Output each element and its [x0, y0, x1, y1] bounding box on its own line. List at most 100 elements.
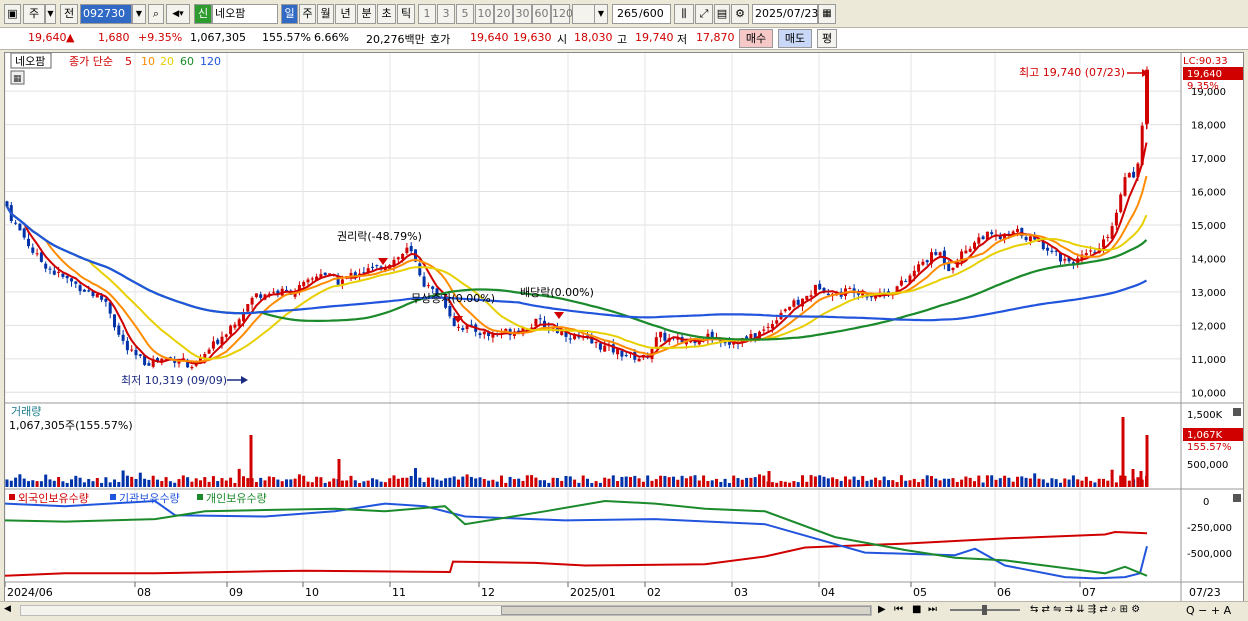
period-tick[interactable]: 틱	[397, 4, 415, 24]
period-day[interactable]: 일	[281, 4, 298, 24]
price-axis-label: 17,000	[1191, 154, 1226, 165]
speaker-icon[interactable]: ◀▾	[166, 4, 190, 24]
volume-close-icon[interactable]	[1233, 408, 1241, 416]
period-minute[interactable]: 분	[357, 4, 376, 24]
stock-chart[interactable]: 네오팜 종가 단순 5 10 20 60 120 ▦ 최고 19,740 (07…	[4, 52, 1243, 601]
candle-body	[27, 238, 30, 247]
low-label: 저	[677, 33, 688, 46]
candle-body	[48, 268, 52, 270]
holding-close-icon[interactable]	[1233, 494, 1241, 502]
calendar-icon[interactable]: ▦	[818, 4, 836, 24]
candle-body	[925, 260, 929, 263]
volume-bar	[39, 481, 43, 487]
first-page-icon[interactable]: ⏮	[894, 604, 903, 615]
chart-area[interactable]: 네오팜 종가 단순 5 10 20 60 120 ▦ 최고 19,740 (07…	[4, 52, 1244, 602]
volume-bar	[676, 479, 680, 487]
scroll-left-icon[interactable]: ◀	[4, 604, 16, 617]
tool-icons[interactable]: ⇆ ⇄ ⇋ ⇉ ⇊ ⇶ ⇄ ⌕ ⊞ ⚙	[1030, 604, 1140, 615]
candle-body	[224, 334, 228, 337]
candle-type-icon[interactable]: ⫼	[674, 4, 694, 24]
foreign-legend-swatch	[9, 494, 15, 500]
volume-bar	[912, 478, 916, 487]
volume-bar	[1097, 478, 1101, 487]
stock-name-field[interactable]: 네오팜	[212, 4, 278, 24]
period-second[interactable]: 초	[377, 4, 396, 24]
price-axis-label: 14,000	[1191, 254, 1226, 265]
high-note: 최고 19,740 (07/23)	[1019, 66, 1125, 79]
volume-bar	[147, 479, 151, 487]
draw-tool-icon[interactable]: ⤢	[695, 4, 713, 24]
num-120[interactable]: 120	[551, 4, 573, 24]
volume-bar	[194, 478, 198, 487]
num-60[interactable]: 60	[532, 4, 551, 24]
interval-dropdown-icon[interactable]: ▼	[594, 4, 608, 24]
legend-ma120: 120	[200, 55, 221, 68]
date-input[interactable]: 2025/07/23	[752, 4, 818, 24]
window-icon[interactable]: ▣	[4, 4, 21, 24]
volume-title: 거래량	[11, 405, 41, 418]
volume-bar	[1050, 478, 1054, 487]
stop-icon[interactable]: ■	[912, 604, 921, 615]
all-button[interactable]: 전	[60, 4, 78, 24]
volume-bar	[904, 480, 908, 487]
zoom-slider-handle[interactable]	[982, 605, 987, 615]
volume-bar	[74, 475, 78, 487]
candle-body	[478, 333, 482, 336]
volume-bar	[224, 480, 228, 487]
zoom-controls[interactable]: Q − + A	[1186, 604, 1231, 617]
count-input[interactable]: 265	[612, 4, 640, 24]
candle-body	[104, 298, 108, 302]
scroll-right-icon[interactable]: ▶	[878, 604, 886, 615]
volume-spike	[1145, 435, 1149, 487]
volume-bar	[401, 477, 405, 487]
gear-icon[interactable]: ⚙	[731, 4, 749, 24]
x-axis-label: 06	[997, 586, 1011, 599]
volume-bar	[160, 480, 164, 487]
candle-body	[130, 349, 134, 351]
volume-bar	[753, 477, 757, 487]
volume-bar	[91, 481, 95, 487]
candle-body	[951, 267, 955, 271]
candle-body	[302, 282, 306, 287]
volume-bar	[659, 475, 663, 487]
save-icon[interactable]: ▤	[714, 4, 730, 24]
num-5[interactable]: 5	[456, 4, 474, 24]
volume-bar	[693, 475, 697, 487]
candle-body	[1102, 239, 1105, 248]
candle-body	[598, 343, 602, 350]
chart-scrollbar[interactable]: ◀ ▶ ⏮ ■ ⏭ ⇆ ⇄ ⇋ ⇉ ⇊ ⇶ ⇄ ⌕ ⊞ ⚙ Q − + A	[0, 601, 1248, 619]
volume-bar	[44, 474, 48, 487]
num-1[interactable]: 1	[418, 4, 436, 24]
period-year[interactable]: 년	[335, 4, 356, 24]
type-select[interactable]: 주	[23, 4, 45, 24]
volume-bar	[874, 477, 878, 487]
chevron-down-icon[interactable]: ▼	[45, 4, 56, 24]
num-30[interactable]: 30	[513, 4, 532, 24]
num-3[interactable]: 3	[437, 4, 455, 24]
num-20[interactable]: 20	[494, 4, 513, 24]
volume-bar	[869, 479, 873, 487]
volume-bar	[444, 478, 448, 487]
buy-button[interactable]: 매수	[739, 29, 773, 48]
last-page-icon[interactable]: ⏭	[928, 604, 937, 615]
eval-button[interactable]: 평	[817, 29, 837, 48]
search-icon[interactable]: ⌕	[148, 4, 164, 24]
scroll-thumb[interactable]	[501, 606, 871, 615]
current-price-tag: 19,640	[1187, 69, 1222, 80]
code-dropdown-icon[interactable]: ▼	[132, 4, 146, 24]
volume-bar	[52, 480, 56, 487]
volume-bar	[130, 476, 134, 487]
period-week[interactable]: 주	[299, 4, 316, 24]
candle-body	[340, 279, 344, 284]
volume-bar	[994, 479, 998, 487]
candle-body	[121, 334, 125, 341]
scroll-track[interactable]	[20, 605, 872, 616]
candle-body	[796, 299, 800, 305]
sell-button[interactable]: 매도	[778, 29, 812, 48]
volume-spike	[1131, 469, 1135, 487]
stock-code-input[interactable]: 092730	[80, 4, 132, 24]
num-10[interactable]: 10	[475, 4, 494, 24]
ask-price: 19,640	[470, 31, 509, 44]
period-month[interactable]: 월	[317, 4, 334, 24]
holding-lines	[4, 499, 1148, 580]
